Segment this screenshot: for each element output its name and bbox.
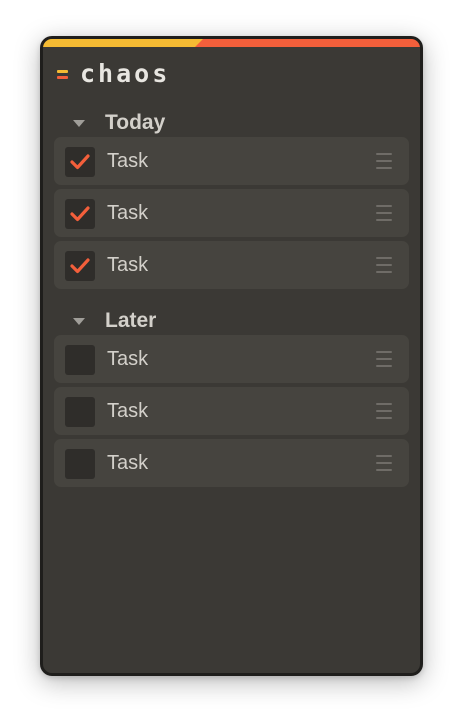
task-label[interactable]: Task — [107, 241, 148, 289]
task-row[interactable]: Task — [54, 189, 409, 237]
task-row[interactable]: Task — [54, 335, 409, 383]
accent-stripe — [43, 39, 420, 47]
caret-down-icon[interactable] — [73, 119, 85, 127]
section-header-later[interactable]: Later — [73, 308, 156, 334]
checkmark-icon — [70, 154, 90, 170]
drag-handle-icon[interactable] — [376, 351, 392, 367]
task-checkbox[interactable] — [65, 147, 95, 177]
task-checkbox[interactable] — [65, 251, 95, 281]
drag-handle-icon[interactable] — [376, 257, 392, 273]
app-window: chaos Today Task Task Task Later Task Ta… — [40, 36, 423, 676]
accent-stripe-yellow — [43, 39, 203, 47]
task-label[interactable]: Task — [107, 189, 148, 237]
task-checkbox[interactable] — [65, 199, 95, 229]
task-row[interactable]: Task — [54, 137, 409, 185]
app-header: chaos — [57, 59, 170, 89]
checkmark-icon — [70, 206, 90, 222]
drag-handle-icon[interactable] — [376, 403, 392, 419]
task-row[interactable]: Task — [54, 241, 409, 289]
task-label[interactable]: Task — [107, 387, 148, 435]
drag-handle-icon[interactable] — [376, 455, 392, 471]
task-label[interactable]: Task — [107, 335, 148, 383]
task-checkbox[interactable] — [65, 397, 95, 427]
task-row[interactable]: Task — [54, 387, 409, 435]
checkmark-icon — [70, 258, 90, 274]
drag-handle-icon[interactable] — [376, 205, 392, 221]
section-header-today[interactable]: Today — [73, 110, 165, 136]
logo-icon — [57, 68, 68, 80]
task-label[interactable]: Task — [107, 439, 148, 487]
drag-handle-icon[interactable] — [376, 153, 392, 169]
accent-stripe-orange — [195, 39, 420, 47]
section-title: Today — [105, 111, 166, 134]
app-logo-text: chaos — [80, 59, 171, 88]
task-row[interactable]: Task — [54, 439, 409, 487]
task-checkbox[interactable] — [65, 345, 95, 375]
section-title: Later — [105, 309, 157, 332]
caret-down-icon[interactable] — [73, 317, 85, 325]
task-label[interactable]: Task — [107, 137, 148, 185]
task-checkbox[interactable] — [65, 449, 95, 479]
